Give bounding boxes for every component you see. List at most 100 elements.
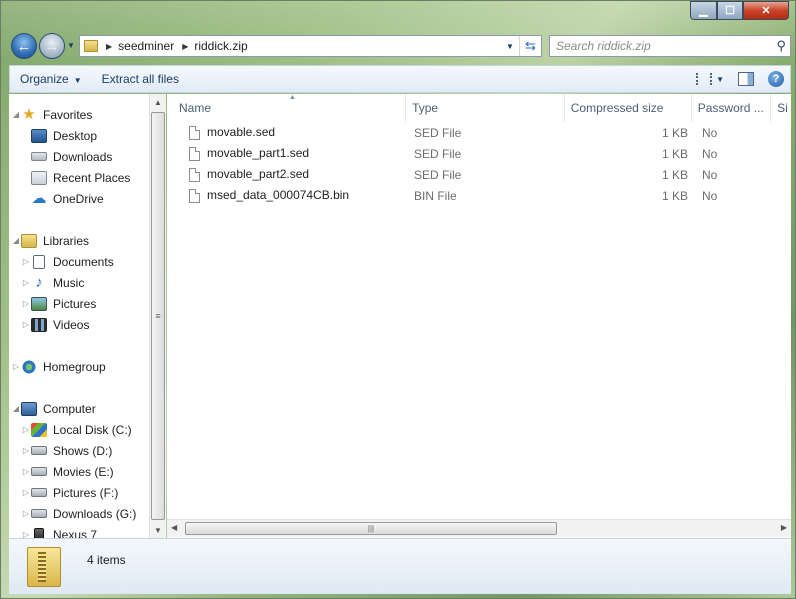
sidebar-item-desktop[interactable]: Desktop [9,125,149,146]
computer-group: ◢ Computer ▷ Local Disk (C:) ▷ Shows (D:) ▷… [9,398,149,538]
sidebar-item-label: Videos [53,317,90,332]
organize-label: Organize [20,72,69,86]
sidebar-item-documents[interactable]: ▷ Documents [9,251,149,272]
scroll-down-icon[interactable]: ▼ [150,522,166,538]
chevron-right-icon[interactable]: ▶ [106,42,112,51]
extract-all-button[interactable]: Extract all files [92,72,189,86]
organize-button[interactable]: Organize ▼ [10,72,92,86]
command-bar: Organize ▼ Extract all files ▼ ? [9,65,791,93]
table-row[interactable]: movable.sed SED File 1 KB No [167,122,791,143]
view-options-icon[interactable] [696,73,713,85]
address-bar[interactable]: ▶ seedminer ▶ riddick.zip ▼ ⇆ [79,35,542,57]
sidebar-item-label: Music [53,275,85,290]
forward-button[interactable]: → [39,33,65,59]
libraries-header[interactable]: ◢ Libraries [9,230,149,251]
password-cell: No [702,146,718,161]
maximize-button[interactable]: ☐ [717,1,743,20]
back-button[interactable]: ← [11,33,37,59]
cloud-icon: ☁ [31,189,47,207]
expand-icon[interactable]: ◢ [11,236,21,245]
computer-label: Computer [43,401,96,416]
document-icon [33,254,45,269]
content-horizontal-scrollbar[interactable]: ◀ ||| ▶ [167,519,791,537]
column-size[interactable]: Si [771,94,791,122]
sidebar-item-pictures-f[interactable]: ▷ Pictures (F:) [9,482,149,503]
breadcrumb-riddick-zip[interactable]: riddick.zip [194,39,251,53]
sidebar-item-music[interactable]: ▷ ♪ Music [9,272,149,293]
file-list: ▲ Name Type Compressed size Password ...… [167,94,791,538]
scroll-up-icon[interactable]: ▲ [150,94,166,110]
sidebar-item-label: Desktop [53,128,98,143]
column-name[interactable]: Name [167,94,407,122]
expand-icon[interactable]: ◢ [11,110,21,119]
address-dropdown-icon[interactable]: ▼ [501,42,519,51]
expand-arrow-icon[interactable]: ▷ [21,509,31,518]
column-type[interactable]: Type [406,94,565,122]
sidebar-item-recent-places[interactable]: Recent Places [9,167,149,188]
table-row[interactable]: movable_part1.sed SED File 1 KB No [167,143,791,164]
type-cell: SED File [414,167,462,182]
breadcrumb-seedminer[interactable]: seedminer [118,39,178,53]
sidebar-item-local-disk-c[interactable]: ▷ Local Disk (C:) [9,419,149,440]
computer-header[interactable]: ◢ Computer [9,398,149,419]
sidebar-item-label: Pictures (F:) [53,485,119,500]
expand-arrow-icon[interactable]: ▷ [21,425,31,434]
scrollbar-thumb[interactable]: ≡ [151,112,165,520]
type-cell: SED File [414,125,462,140]
navpane-scrollbar[interactable]: ▲ ≡ ▼ [149,94,166,538]
search-icon[interactable]: ⚲ [776,38,786,54]
expand-arrow-icon[interactable]: ▷ [21,446,31,455]
sidebar-item-nexus-7[interactable]: ▷ Nexus 7 [9,524,149,538]
sidebar-item-pictures[interactable]: ▷ Pictures [9,293,149,314]
refresh-icon[interactable]: ⇆ [519,36,541,56]
expand-arrow-icon[interactable]: ▷ [11,362,21,371]
expand-icon[interactable]: ◢ [11,404,21,413]
help-icon[interactable]: ? [768,71,784,87]
homegroup-header[interactable]: ▷ Homegroup [9,356,149,377]
minimize-button[interactable]: ▁ [690,1,717,20]
chevron-right-icon[interactable]: ▶ [182,42,188,51]
sidebar-item-shows-d[interactable]: ▷ Shows (D:) [9,440,149,461]
size-cell: 1 KB [661,125,688,140]
favorites-header[interactable]: ◢ ★ Favorites [9,104,149,125]
sidebar-item-label: Recent Places [53,170,131,185]
column-compressed-size[interactable]: Compressed size [565,94,692,122]
size-cell: 1 KB [661,146,688,161]
file-name: movable.sed [207,125,276,140]
scroll-left-icon[interactable]: ◀ [171,523,177,532]
search-input[interactable]: Search riddick.zip ⚲ [549,35,791,57]
homegroup-label: Homegroup [43,359,106,374]
expand-arrow-icon[interactable]: ▷ [21,278,31,287]
sidebar-item-movies-e[interactable]: ▷ Movies (E:) [9,461,149,482]
expand-arrow-icon[interactable]: ▷ [21,467,31,476]
sidebar-item-downloads[interactable]: Downloads [9,146,149,167]
table-row[interactable]: movable_part2.sed SED File 1 KB No [167,164,791,185]
expand-arrow-icon[interactable]: ▷ [21,488,31,497]
scrollbar-thumb[interactable]: ||| [185,522,557,535]
sidebar-item-videos[interactable]: ▷ Videos [9,314,149,335]
favorites-label: Favorites [43,107,93,122]
drive-icon [31,446,47,455]
sidebar-item-onedrive[interactable]: ☁ OneDrive [9,188,149,209]
table-row[interactable]: msed_data_000074CB.bin BIN File 1 KB No [167,185,791,206]
expand-arrow-icon[interactable]: ▷ [21,299,31,308]
size-cell: 1 KB [661,167,688,182]
expand-arrow-icon[interactable]: ▷ [21,320,31,329]
expand-arrow-icon[interactable]: ▷ [21,530,31,538]
type-cell: BIN File [414,188,457,203]
scroll-right-icon[interactable]: ▶ [781,523,787,532]
column-password[interactable]: Password ... [692,94,772,122]
file-icon [189,167,200,182]
sidebar-item-downloads-g[interactable]: ▷ Downloads (G:) [9,503,149,524]
sidebar-item-label: OneDrive [53,191,104,206]
close-button[interactable]: ✕ [743,1,789,20]
preview-pane-icon[interactable] [738,72,754,86]
name-cell: msed_data_000074CB.bin [167,188,408,203]
chevron-down-icon[interactable]: ▼ [716,75,724,84]
recent-pages-dropdown[interactable]: ▼ [67,41,75,50]
expand-arrow-icon[interactable]: ▷ [21,257,31,266]
favorites-group: ◢ ★ Favorites Desktop Downloads Recent Pla… [9,104,149,209]
folder-icon [84,40,98,52]
zip-folder-icon [27,546,61,587]
title-buttons: ▁ ☐ ✕ [690,1,789,20]
